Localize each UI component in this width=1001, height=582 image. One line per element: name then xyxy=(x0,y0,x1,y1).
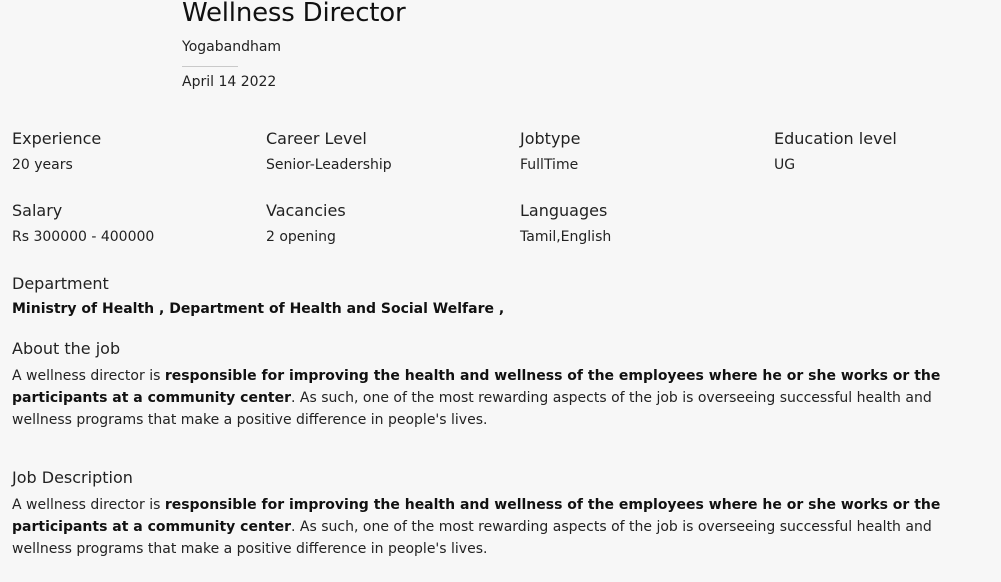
posted-date: April 14 2022 xyxy=(182,74,277,90)
detail-jobtype: Jobtype FullTime xyxy=(520,128,774,200)
about-label: About the job xyxy=(12,339,121,358)
header-divider xyxy=(182,66,238,67)
description-text: A wellness director is responsible for i… xyxy=(12,494,992,560)
detail-value: 2 opening xyxy=(266,229,336,245)
detail-label: Salary xyxy=(12,201,63,220)
about-text: A wellness director is responsible for i… xyxy=(12,365,992,431)
detail-label: Education level xyxy=(774,129,897,148)
detail-value: UG xyxy=(774,157,796,173)
job-title: Wellness Director xyxy=(182,0,406,28)
detail-label: Languages xyxy=(520,201,608,220)
description-label: Job Description xyxy=(12,468,133,487)
detail-label: Career Level xyxy=(266,129,367,148)
about-text-start: A wellness director is xyxy=(12,368,165,384)
detail-career-level: Career Level Senior-Leadership xyxy=(266,128,520,200)
detail-languages: Languages Tamil,English xyxy=(520,200,774,272)
detail-vacancies: Vacancies 2 opening xyxy=(266,200,520,272)
detail-experience: Experience 20 years xyxy=(12,128,266,200)
detail-value: Rs 300000 - 400000 xyxy=(12,229,155,245)
detail-value: Senior-Leadership xyxy=(266,157,392,173)
job-details-grid: Experience 20 years Career Level Senior-… xyxy=(12,128,992,272)
detail-label: Jobtype xyxy=(520,129,581,148)
about-section: About the job A wellness director is res… xyxy=(12,338,992,431)
department-value: Ministry of Health , Department of Healt… xyxy=(12,301,505,317)
detail-salary: Salary Rs 300000 - 400000 xyxy=(12,200,266,272)
description-text-start: A wellness director is xyxy=(12,497,165,513)
job-detail-page: Wellness Director Yogabandham April 14 2… xyxy=(0,0,1001,582)
detail-label: Experience xyxy=(12,129,102,148)
department-section: Department Ministry of Health , Departme… xyxy=(12,273,992,317)
company-name: Yogabandham xyxy=(182,39,282,55)
description-section: Job Description A wellness director is r… xyxy=(12,467,992,560)
department-label: Department xyxy=(12,274,109,293)
detail-value: FullTime xyxy=(520,157,579,173)
detail-value: Tamil,English xyxy=(520,229,612,245)
detail-label: Vacancies xyxy=(266,201,346,220)
detail-value: 20 years xyxy=(12,157,73,173)
detail-education-level: Education level UG xyxy=(774,128,992,200)
